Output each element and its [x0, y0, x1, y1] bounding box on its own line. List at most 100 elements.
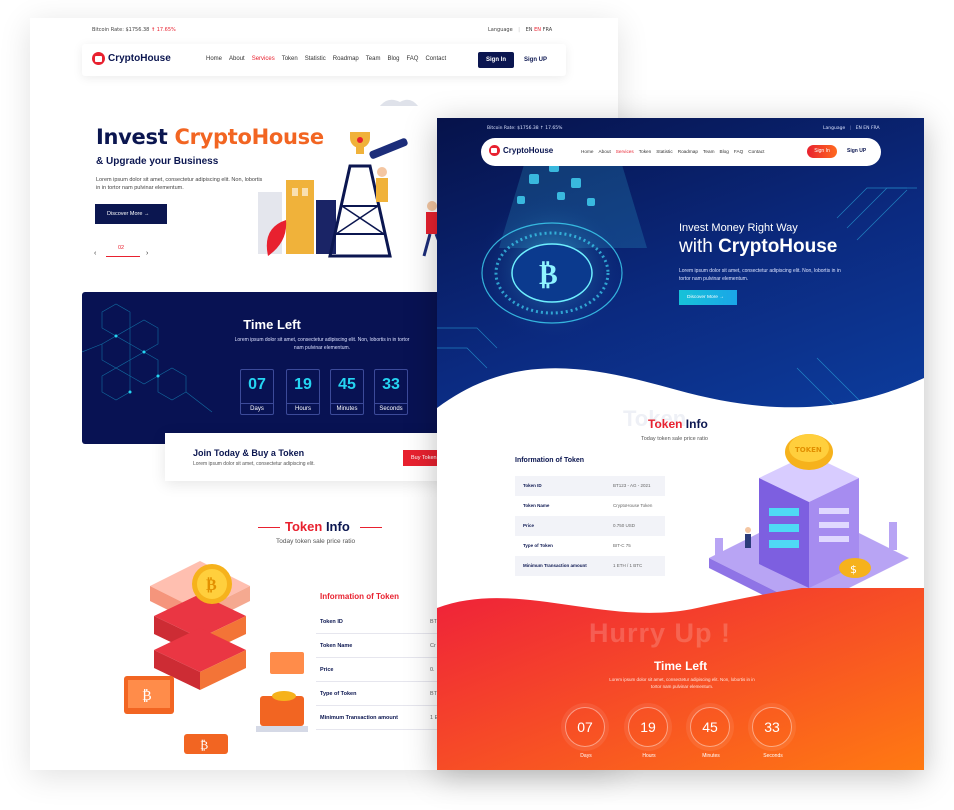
row-label: Minimum Transaction amount [320, 715, 398, 721]
lang-option-en[interactable]: EN [856, 126, 862, 131]
language-switcher: Language | EN EN FRA [823, 126, 880, 131]
nav-item-home[interactable]: Home [206, 56, 222, 62]
row-value: 0.750 USD [613, 523, 636, 528]
slider-next-icon[interactable]: › [146, 250, 148, 257]
nav-item-blog[interactable]: Blog [387, 56, 399, 62]
sign-up-button[interactable]: Sign UP [524, 57, 547, 63]
slide-number: 02 [118, 245, 125, 251]
bitcoin-rate: Bitcoin Rate: $1756.38 ↑ 17.65% [487, 126, 562, 131]
lang-option-fra[interactable]: FRA [543, 27, 553, 33]
nav-item-statistic[interactable]: Statistic [305, 56, 326, 62]
rate-change: 17.65% [545, 126, 563, 131]
nav-item-token[interactable]: Token [639, 149, 652, 154]
language-label: Language [488, 27, 513, 33]
table-row: Price 0.750 USD [515, 516, 665, 536]
row-label: Minimum Transaction amount [523, 563, 587, 568]
nav-item-roadmap[interactable]: Roadmap [678, 149, 698, 154]
nav-item-services[interactable]: Services [616, 149, 634, 154]
table-row: Price 0. [316, 658, 446, 682]
countdown-days-value: 07 [577, 719, 593, 735]
lang-option-fra[interactable]: FRA [871, 126, 880, 131]
bitcoin-rate: Bitcoin Rate: $1756.38 ↑ 17.65% [92, 27, 176, 33]
countdown-hours: 19 Hours [286, 369, 320, 415]
countdown-hours-value: 19 [294, 376, 312, 393]
rate-up-icon: ↑ [150, 27, 156, 33]
countdown-seconds: 33 Seconds [374, 369, 408, 415]
nav-item-home[interactable]: Home [581, 149, 594, 154]
hero-title-brand: CryptoHouse [174, 125, 324, 149]
countdown-hours: 19 Hours [628, 707, 668, 759]
nav-menu: Home About Services Token Statistic Road… [206, 56, 446, 62]
sign-in-button[interactable]: Sign In [478, 52, 514, 68]
discover-more-button[interactable]: Discover More → [95, 204, 167, 224]
coin-label: TOKEN [795, 446, 822, 454]
nav-item-statistic[interactable]: Statistic [656, 149, 672, 154]
table-row: Token ID BT [316, 610, 446, 634]
countdown-seconds-value: 33 [382, 376, 400, 393]
bitcoin-rate-label: Bitcoin Rate: $1756.38 [92, 27, 150, 33]
countdown-minutes-value: 45 [338, 376, 356, 393]
row-value: BT123 - AG - 2021 [613, 483, 651, 488]
hero-title-brand: CryptoHouse [718, 236, 838, 257]
rate-change: 17.65% [156, 27, 176, 33]
brand-logo[interactable]: CryptoHouse [92, 52, 171, 65]
table-row: Type of Token BIT-C 75 [515, 536, 665, 556]
house-logo-icon [92, 52, 105, 65]
countdown-days: 07 Days [240, 369, 274, 415]
sign-up-button[interactable]: Sign UP [847, 148, 866, 154]
row-label: Token ID [523, 483, 542, 488]
token-info-subtitle: Today token sale price ratio [276, 538, 356, 545]
slider-prev-icon[interactable]: ‹ [94, 250, 96, 257]
token-info-table: Token ID BT123 - AG - 2021 Token Name Cryp… [515, 476, 665, 576]
table-row: Minimum Transaction amount 1 E [316, 706, 446, 730]
countdown-title: Time Left [653, 659, 708, 673]
lang-option-en[interactable]: EN [526, 27, 533, 33]
nav-item-about[interactable]: About [229, 56, 245, 62]
countdown-minutes-label: Minutes [702, 753, 720, 759]
hex-network-pattern [82, 303, 213, 413]
table-row: Token Name Cr [316, 634, 446, 658]
house-logo-icon [489, 145, 500, 156]
hero-title: Invest CryptoHouse [96, 125, 324, 149]
nav-item-services[interactable]: Services [252, 56, 275, 62]
svg-text:₿: ₿ [539, 258, 558, 291]
nav-item-team[interactable]: Team [703, 149, 714, 154]
nav-item-contact[interactable]: Contact [425, 56, 446, 62]
nav-item-roadmap[interactable]: Roadmap [333, 56, 359, 62]
countdown-minutes: 45 Minutes [690, 707, 730, 759]
nav-item-blog[interactable]: Blog [719, 149, 728, 154]
row-label: Type of Token [320, 691, 357, 697]
title-dash-right [360, 527, 382, 528]
countdown-seconds-label: Seconds [375, 403, 407, 412]
table-row: Type of Token BT [316, 682, 446, 706]
row-label: Token ID [320, 619, 343, 625]
brand-logo[interactable]: CryptoHouse [489, 145, 553, 156]
row-label: Token Name [523, 503, 550, 508]
brand-name: CryptoHouse [108, 53, 171, 64]
lang-option-en-active[interactable]: EN [534, 27, 541, 33]
lang-option-en-active[interactable]: EN [863, 126, 869, 131]
countdown-minutes-value: 45 [702, 719, 718, 735]
discover-more-button[interactable]: Discover More → [679, 290, 737, 305]
nav-menu: Home About Services Token Statistic Road… [581, 149, 764, 154]
nav-item-about[interactable]: About [599, 149, 611, 154]
hero-subtitle: & Upgrade your Business [96, 156, 219, 167]
nav-item-token[interactable]: Token [282, 56, 298, 62]
mockup-stage: Bitcoin Rate: $1756.38 ↑ 17.65% Language… [0, 0, 954, 810]
nav-item-faq[interactable]: FAQ [734, 149, 743, 154]
hero-description: Lorem ipsum dolor sit amet, consectetur … [96, 177, 263, 191]
sign-in-button[interactable]: Sign In [807, 145, 837, 158]
join-description: Lorem ipsum dolor sit amet, consectetur … [193, 461, 315, 467]
row-value: 0. [430, 667, 435, 673]
countdown-days-value: 07 [248, 376, 266, 393]
dark-theme-page: ₿ Bitcoin Rate: $1756.38 ↑ 17.65% Langua… [437, 118, 924, 770]
countdown-hours-label: Hours [642, 753, 656, 759]
countdown-title: Time Left [243, 317, 301, 332]
row-value: 1 ETH / 1 BTC [613, 563, 643, 568]
nav-item-team[interactable]: Team [366, 56, 381, 62]
countdown-hours-label: Hours [287, 403, 319, 412]
nav-item-contact[interactable]: Contact [748, 149, 764, 154]
row-label: Type of Token [523, 543, 553, 548]
nav-item-faq[interactable]: FAQ [406, 56, 418, 62]
brand-name: CryptoHouse [503, 146, 554, 155]
